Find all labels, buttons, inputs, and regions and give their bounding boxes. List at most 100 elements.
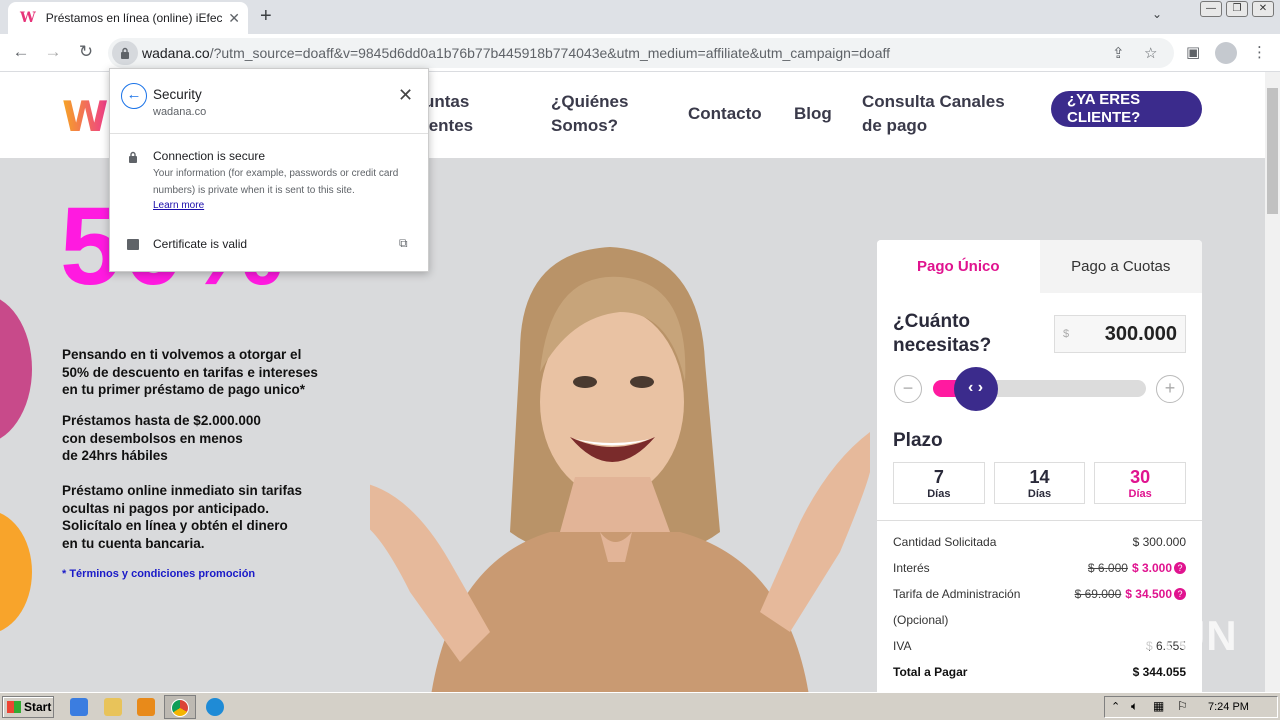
decorative-circle-orange [0, 510, 32, 634]
restore-icon[interactable]: ❐ [1226, 1, 1248, 17]
term-number: 30 [1130, 467, 1151, 487]
summary-row-cantidad: Cantidad Solicitada $ 300.000 [893, 529, 1186, 555]
currency-symbol: $ [1063, 328, 1070, 340]
menu-kebab-icon[interactable]: ⋮ [1252, 43, 1267, 61]
tab-pago-unico[interactable]: Pago Único [877, 240, 1040, 293]
amount-field[interactable]: $ 300.000 [1054, 315, 1186, 353]
nav-item-quienes-somos[interactable]: ¿Quiénes Somos? [551, 90, 628, 138]
system-tray: ⌃ 🔈︎ ▦ ⚐ [1104, 696, 1278, 718]
tab-search-chevron-icon[interactable]: ⌄ [1152, 7, 1162, 21]
certificate-valid-item[interactable]: Certificate is valid [153, 237, 247, 251]
close-popup-icon[interactable]: ✕ [398, 85, 413, 106]
term-option-14[interactable]: 14 Días [993, 462, 1086, 504]
external-link-icon[interactable]: ⧉ [399, 236, 408, 251]
hero-paragraph-1: Pensando en ti volvemos a otorgar el 50%… [62, 347, 318, 397]
bookmark-star-icon[interactable]: ☆ [1144, 44, 1157, 62]
site-favicon-icon: W [20, 10, 36, 26]
browser-toolbar: ← → ↻ wadana.co/?utm_source=doaff&v=9845… [0, 34, 1280, 72]
lock-icon [128, 151, 138, 166]
row-label: Cantidad Solicitada [893, 535, 997, 549]
term-number: 14 [1029, 467, 1050, 487]
scrollbar-thumb[interactable] [1267, 88, 1278, 214]
summary-row-total: Total a Pagar $ 344.055 [893, 659, 1186, 685]
payment-type-tabs: Pago Único Pago a Cuotas [877, 240, 1202, 293]
start-label: Start [24, 700, 52, 714]
file-explorer-icon[interactable] [104, 698, 122, 716]
increase-amount-button[interactable]: + [1156, 375, 1184, 403]
smiling-woman-photo [370, 247, 870, 692]
plazo-label: Plazo [893, 430, 943, 451]
windows-logo-icon [7, 701, 21, 713]
network-icon[interactable]: ▦ [1153, 699, 1164, 713]
anyrun-watermark: ANY RUN [1040, 612, 1238, 659]
row-label: Total a Pagar [893, 665, 968, 679]
summary-row-tarifa: Tarifa de Administración $ 69.000 $ 34.500… [893, 581, 1186, 607]
tab-title: Préstamos en línea (online) iEfectivo [45, 11, 223, 25]
back-icon[interactable]: ← [10, 42, 32, 62]
terms-link[interactable]: * Términos y condiciones promoción [62, 568, 255, 580]
forward-icon[interactable]: → [42, 42, 64, 62]
hero-paragraph-2: Préstamos hasta de $2.000.000 con desemb… [62, 413, 261, 463]
row-label: IVA [893, 639, 912, 653]
nav-item-blog[interactable]: Blog [794, 102, 832, 126]
internet-explorer-icon[interactable] [70, 698, 88, 716]
popup-title: Security [153, 87, 202, 102]
old-price: $ 6.000 [1087, 561, 1128, 575]
term-unit: Días [927, 488, 951, 500]
summary-row-interes: Interés $ 6.000 $ 3.000? [893, 555, 1186, 581]
help-icon[interactable]: ? [1174, 562, 1186, 574]
row-value: $ 344.055 [1132, 665, 1186, 679]
term-option-30[interactable]: 30 Días [1094, 462, 1187, 504]
new-tab-icon[interactable]: + [260, 5, 272, 27]
address-bar[interactable]: wadana.co/?utm_source=doaff&v=9845d6dd0a… [108, 38, 1174, 68]
learn-more-link[interactable]: Learn more [153, 200, 204, 211]
decrease-amount-button[interactable]: − [894, 375, 922, 403]
edge-icon[interactable] [206, 698, 224, 716]
tab-strip: W Préstamos en línea (online) iEfectivo … [0, 0, 1280, 34]
tray-expand-icon[interactable]: ⌃ [1111, 700, 1120, 713]
profile-avatar[interactable] [1215, 42, 1237, 64]
row-label: Interés [893, 561, 930, 575]
url-host: wadana.co [142, 45, 210, 61]
lock-icon[interactable] [112, 41, 138, 65]
loan-summary: Cantidad Solicitada $ 300.000 Interés $ 6.… [877, 520, 1202, 692]
term-unit: Días [1128, 488, 1152, 500]
nav-item-cuentas[interactable]: untas ientes [424, 90, 473, 138]
close-window-icon[interactable]: ✕ [1252, 1, 1274, 17]
discounted-price: $ 34.500 [1125, 587, 1172, 601]
media-player-icon[interactable] [137, 698, 155, 716]
back-arrow-icon[interactable]: ← [121, 83, 147, 109]
side-panel-icon[interactable]: ▣ [1186, 43, 1200, 61]
tab-pago-cuotas[interactable]: Pago a Cuotas [1039, 240, 1202, 293]
amount-question: ¿Cuánto necesitas? [893, 311, 992, 356]
row-label: (Opcional) [893, 613, 949, 627]
connection-secure-desc: Your information (for example, passwords… [153, 168, 399, 196]
browser-tab[interactable]: W Préstamos en línea (online) iEfectivo … [8, 2, 248, 34]
reload-icon[interactable]: ↻ [75, 42, 97, 62]
popup-divider [110, 133, 428, 134]
amount-slider-handle[interactable]: ‹ › [953, 367, 998, 411]
window-controls: — ❐ ✕ [1200, 1, 1274, 17]
term-options: 7 Días 14 Días 30 Días [893, 462, 1187, 504]
url-text[interactable]: wadana.co/?utm_source=doaff&v=9845d6dd0a… [142, 45, 890, 61]
certificate-icon [127, 239, 139, 250]
start-button[interactable]: Start [2, 696, 54, 718]
security-popup: ← Security wadana.co ✕ Connection is sec… [109, 68, 429, 272]
nav-item-canales-pago[interactable]: Consulta Canales de pago [862, 90, 1005, 138]
wadana-logo[interactable]: W [62, 92, 108, 141]
flag-icon[interactable]: ⚐ [1177, 699, 1188, 713]
chrome-taskbar-button[interactable] [164, 695, 196, 719]
url-path: /?utm_source=doaff&v=9845d6dd0a1b76b77b4… [209, 45, 891, 61]
decorative-circle-pink [0, 294, 32, 444]
share-icon[interactable]: ⇪ [1112, 44, 1125, 62]
term-option-7[interactable]: 7 Días [893, 462, 985, 504]
volume-icon[interactable]: 🔈︎ [1131, 699, 1138, 714]
nav-item-contacto[interactable]: Contacto [688, 102, 762, 126]
term-number: 7 [933, 467, 944, 487]
connection-secure-title: Connection is secure [153, 149, 266, 163]
help-icon[interactable]: ? [1174, 588, 1186, 600]
close-tab-icon[interactable]: ✕ [228, 10, 240, 27]
ya-eres-cliente-button[interactable]: ¿YA ERES CLIENTE? [1051, 91, 1202, 127]
popup-host: wadana.co [153, 106, 207, 118]
minimize-icon[interactable]: — [1200, 1, 1222, 17]
